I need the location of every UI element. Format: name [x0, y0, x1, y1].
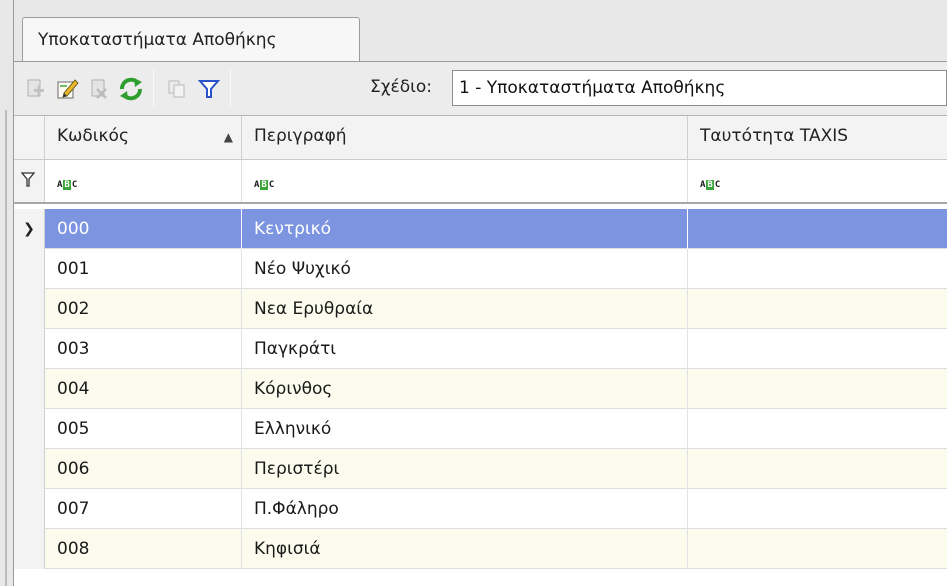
row-indicator [14, 449, 45, 489]
filter-icon[interactable] [196, 76, 222, 102]
data-grid: Κωδικός ▲ Περιγραφή Ταυτότητα TAXIS ABC … [14, 116, 947, 586]
cell-taxis-id[interactable] [688, 369, 947, 409]
tab-label: Υποκαταστήματα Αποθήκης [38, 30, 277, 50]
sort-ascending-icon: ▲ [223, 130, 233, 144]
column-header-code[interactable]: Κωδικός ▲ [45, 116, 242, 160]
text-filter-icon: ABC [700, 180, 721, 190]
table-row[interactable]: 008 Κηφισιά [14, 529, 947, 569]
filter-cell-code[interactable]: ABC [45, 160, 242, 202]
table-row[interactable]: 005 Ελληνικό [14, 409, 947, 449]
cell-taxis-id[interactable] [688, 209, 947, 249]
cell-taxis-id[interactable] [688, 409, 947, 449]
cell-description[interactable]: Παγκράτι [242, 329, 688, 369]
column-header-description[interactable]: Περιγραφή [242, 116, 688, 160]
filter-cell-taxis-id[interactable]: ABC [688, 160, 947, 202]
filter-icon [20, 172, 36, 187]
toolbar-separator [153, 70, 154, 106]
cell-taxis-id[interactable] [688, 449, 947, 489]
cell-code[interactable]: 001 [45, 249, 242, 289]
row-indicator [14, 289, 45, 329]
plan-label: Σχέδιο: [370, 77, 433, 97]
cell-description[interactable]: Κηφισιά [242, 529, 688, 569]
cell-code[interactable]: 006 [45, 449, 242, 489]
add-icon[interactable] [22, 76, 48, 102]
grid-filter-row: ABC ABC ABC [14, 160, 947, 204]
cell-taxis-id[interactable] [688, 249, 947, 289]
table-row[interactable]: 007 Π.Φάληρο [14, 489, 947, 529]
row-indicator [14, 249, 45, 289]
table-row[interactable]: 006 Περιστέρι [14, 449, 947, 489]
table-row[interactable]: 001 Νέο Ψυχικό [14, 249, 947, 289]
cell-description[interactable]: Νεα Ερυθραία [242, 289, 688, 329]
row-indicator [14, 489, 45, 529]
plan-select[interactable]: 1 - Υποκαταστήματα Αποθήκης [452, 70, 947, 106]
toolbar: Σχέδιο: 1 - Υποκαταστήματα Αποθήκης [14, 62, 947, 116]
cell-description[interactable]: Κόρινθος [242, 369, 688, 409]
refresh-icon[interactable] [118, 76, 144, 102]
edit-icon[interactable] [54, 76, 80, 102]
cell-description[interactable]: Π.Φάληρο [242, 489, 688, 529]
cell-code[interactable]: 004 [45, 369, 242, 409]
column-header-taxis-id[interactable]: Ταυτότητα TAXIS [688, 116, 947, 160]
filter-row-icon[interactable] [14, 160, 45, 202]
window: Υποκαταστήματα Αποθήκης Σχέδιο: 1 - Υποκ… [0, 0, 947, 586]
cell-code[interactable]: 002 [45, 289, 242, 329]
table-row[interactable]: 004 Κόρινθος [14, 369, 947, 409]
row-indicator-header [14, 116, 45, 160]
cell-taxis-id[interactable] [688, 489, 947, 529]
text-filter-icon: ABC [57, 180, 78, 190]
cell-description[interactable]: Κεντρικό [242, 209, 688, 249]
left-panel-edge [0, 0, 14, 586]
row-indicator [14, 529, 45, 569]
text-filter-icon: ABC [254, 180, 275, 190]
grid-header-row: Κωδικός ▲ Περιγραφή Ταυτότητα TAXIS [14, 116, 947, 160]
cell-description[interactable]: Νέο Ψυχικό [242, 249, 688, 289]
delete-icon[interactable] [86, 76, 112, 102]
cell-code[interactable]: 008 [45, 529, 242, 569]
tab-warehouse-branches[interactable]: Υποκαταστήματα Αποθήκης [22, 17, 360, 61]
cell-code[interactable]: 003 [45, 329, 242, 369]
cell-code[interactable]: 000 [45, 209, 242, 249]
table-row[interactable]: 002 Νεα Ερυθραία [14, 289, 947, 329]
row-indicator [14, 369, 45, 409]
current-row-indicator-icon: ❯ [14, 209, 45, 249]
row-indicator [14, 329, 45, 369]
table-row[interactable]: 003 Παγκράτι [14, 329, 947, 369]
copy-icon[interactable] [164, 76, 190, 102]
cell-code[interactable]: 007 [45, 489, 242, 529]
cell-taxis-id[interactable] [688, 329, 947, 369]
table-row[interactable]: ❯ 000 Κεντρικό [14, 209, 947, 249]
row-indicator [14, 409, 45, 449]
cell-taxis-id[interactable] [688, 289, 947, 329]
cell-taxis-id[interactable] [688, 529, 947, 569]
cell-code[interactable]: 005 [45, 409, 242, 449]
filter-cell-description[interactable]: ABC [242, 160, 688, 202]
toolbar-separator [230, 70, 231, 106]
cell-description[interactable]: Ελληνικό [242, 409, 688, 449]
plan-select-value: 1 - Υποκαταστήματα Αποθήκης [459, 78, 726, 98]
cell-description[interactable]: Περιστέρι [242, 449, 688, 489]
